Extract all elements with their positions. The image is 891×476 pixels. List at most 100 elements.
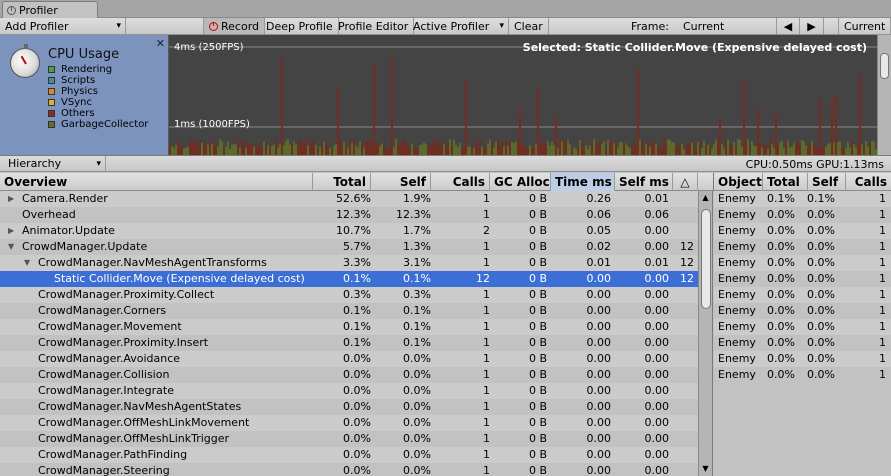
table-row[interactable]: CrowdManager.Proximity.Insert 0.1% 0.1% 1 0 … [0, 335, 698, 351]
object-row[interactable]: Enemy 0.0% 0.0% 1 [714, 223, 891, 239]
table-row[interactable]: ▶ Animator.Update 10.7% 1.7% 2 0 B 0.05 0.00 [0, 223, 698, 239]
table-row[interactable]: CrowdManager.Avoidance 0.0% 0.0% 1 0 B 0.00 0.… [0, 351, 698, 367]
expand-arrow-icon[interactable]: ▼ [24, 255, 30, 271]
legend-item[interactable]: Physics [48, 86, 148, 97]
current-frame-button[interactable]: Current [838, 18, 891, 34]
table-row[interactable]: CrowdManager.PathFinding 0.0% 0.0% 1 0 B 0.00… [0, 447, 698, 463]
next-frame-button[interactable]: ▶ [800, 18, 824, 34]
graph-sample-bar [623, 143, 625, 155]
scroll-up-icon[interactable]: ▲ [699, 191, 712, 205]
profiler-tab[interactable]: Profiler [2, 1, 98, 19]
active-profiler-dropdown[interactable]: Active Profiler [408, 18, 509, 34]
column-self-ms[interactable]: Self ms [615, 173, 673, 191]
cell-time-ms: 0.06 [586, 208, 612, 221]
graph-sample-bar [773, 147, 775, 155]
legend-item[interactable]: GarbageCollector [48, 119, 148, 130]
object-row[interactable]: Enemy 0.0% 0.0% 1 [714, 207, 891, 223]
table-row[interactable]: CrowdManager.Movement 0.1% 0.1% 1 0 B 0.00 0.0… [0, 319, 698, 335]
object-row[interactable]: Enemy 0.0% 0.0% 1 [714, 255, 891, 271]
cpu-usage-graph[interactable]: 4ms (250FPS) 1ms (1000FPS) Selected: Sta… [169, 35, 877, 155]
cell-time-ms: 0.00 [586, 352, 612, 365]
object-row[interactable]: Enemy 0.0% 0.0% 1 [714, 351, 891, 367]
deep-profile-toggle[interactable]: Deep Profile [261, 18, 339, 34]
cell-calls: 1 [483, 336, 490, 349]
graph-sample-bar [195, 141, 197, 155]
cell-self: 0.1% [403, 320, 431, 333]
object-row[interactable]: Enemy 0.0% 0.0% 1 [714, 287, 891, 303]
table-row[interactable]: Static Collider.Move (Expensive delayed … [0, 271, 698, 287]
column-time-ms[interactable]: Time ms [551, 173, 615, 191]
table-row[interactable]: CrowdManager.Corners 0.1% 0.1% 1 0 B 0.00 0.00 [0, 303, 698, 319]
cpu-usage-panel[interactable]: CPU Usage ✕ Rendering Scripts Physics VSync… [0, 35, 169, 155]
legend-item[interactable]: Scripts [48, 75, 148, 86]
graph-sample-bar [279, 144, 281, 155]
object-row[interactable]: Enemy 0.0% 0.0% 1 [714, 367, 891, 383]
table-row[interactable]: Overhead 12.3% 12.3% 1 0 B 0.06 0.06 [0, 207, 698, 223]
profile-editor-toggle[interactable]: Profile Editor [333, 18, 415, 34]
object-row[interactable]: Enemy 0.0% 0.0% 1 [714, 319, 891, 335]
table-row[interactable]: ▼ CrowdManager.Update 5.7% 1.3% 1 0 B 0.02 0.00… [0, 239, 698, 255]
column-object-calls[interactable]: Calls [846, 173, 891, 191]
expand-arrow-icon[interactable]: ▼ [8, 239, 14, 255]
graph-sample-bar [739, 139, 741, 155]
collapse-arrow-icon[interactable]: ▶ [8, 191, 14, 207]
add-profiler-dropdown[interactable]: Add Profiler [0, 18, 126, 34]
object-row[interactable]: Enemy 0.0% 0.0% 1 [714, 335, 891, 351]
graph-sample-bar [691, 142, 693, 155]
graph-scrollbar-thumb[interactable] [880, 53, 889, 79]
record-toggle[interactable]: Record [203, 18, 266, 34]
table-row[interactable]: CrowdManager.Proximity.Collect 0.3% 0.3% 1 0… [0, 287, 698, 303]
column-calls[interactable]: Calls [431, 173, 490, 191]
table-row[interactable]: ▶ Camera.Render 52.6% 1.9% 1 0 B 0.26 0.01 [0, 191, 698, 207]
column-warnings[interactable]: △ [673, 173, 698, 191]
graph-sample-bar [307, 145, 309, 155]
table-row[interactable]: CrowdManager.Collision 0.0% 0.0% 1 0 B 0.00 0.… [0, 367, 698, 383]
graph-sample-bar [493, 147, 495, 155]
column-gc-alloc[interactable]: GC Alloc [490, 173, 551, 191]
graph-sample-bar [369, 140, 371, 155]
table-row[interactable]: CrowdManager.Steering 0.0% 0.0% 1 0 B 0.00 0.0… [0, 463, 698, 476]
previous-frame-button[interactable]: ◀ [776, 18, 800, 34]
legend-item[interactable]: Others [48, 108, 148, 119]
close-icon[interactable]: ✕ [156, 37, 165, 50]
hierarchy-scrollbar-thumb[interactable] [701, 209, 711, 309]
graph-sample-bar [809, 144, 811, 155]
graph-sample-bar [571, 148, 573, 155]
clear-button[interactable]: Clear [509, 18, 549, 34]
cell-name: CrowdManager.Collision [38, 368, 170, 381]
graph-scrollbar[interactable] [877, 35, 891, 155]
table-row[interactable]: CrowdManager.NavMeshAgentStates 0.0% 0.0% 1… [0, 399, 698, 415]
cell-total: 0.1% [343, 320, 371, 333]
cell-time-ms: 0.00 [586, 336, 612, 349]
object-row[interactable]: Enemy 0.0% 0.0% 1 [714, 271, 891, 287]
graph-sample-bar [687, 142, 689, 155]
cell-self: 0.1% [403, 272, 431, 285]
cell-time-ms: 0.26 [586, 192, 612, 205]
table-row[interactable]: CrowdManager.Integrate 0.0% 0.0% 1 0 B 0.00 0.… [0, 383, 698, 399]
scroll-down-icon[interactable]: ▼ [699, 462, 712, 476]
column-object-total[interactable]: Total [763, 173, 808, 191]
object-row[interactable]: Enemy 0.0% 0.0% 1 [714, 239, 891, 255]
column-self[interactable]: Self [371, 173, 431, 191]
table-row[interactable]: CrowdManager.OffMeshLinkMovement 0.0% 0.0%… [0, 415, 698, 431]
graph-sample-bar [191, 139, 193, 155]
column-object-self[interactable]: Self [808, 173, 846, 191]
graph-sample-bar [801, 139, 803, 155]
column-object[interactable]: Object [714, 173, 763, 191]
object-row[interactable]: Enemy 0.0% 0.0% 1 [714, 303, 891, 319]
table-row[interactable]: ▼ CrowdManager.NavMeshAgentTransforms 3.3%… [0, 255, 698, 271]
column-total[interactable]: Total [313, 173, 371, 191]
legend-item[interactable]: VSync [48, 97, 148, 108]
cell-object-total: 0.0% [767, 272, 795, 285]
graph-sample-bar [367, 140, 369, 155]
object-row[interactable]: Enemy 0.1% 0.1% 1 [714, 191, 891, 207]
graph-sample-bar [467, 146, 469, 155]
legend-item[interactable]: Rendering [48, 64, 148, 75]
graph-sample-bar [405, 142, 407, 155]
collapse-arrow-icon[interactable]: ▶ [8, 223, 14, 239]
column-overview[interactable]: Overview [0, 173, 313, 191]
table-row[interactable]: CrowdManager.OffMeshLinkTrigger 0.0% 0.0% 1… [0, 431, 698, 447]
view-mode-dropdown[interactable]: Hierarchy [0, 156, 106, 172]
graph-sample-bar [795, 142, 797, 155]
hierarchy-scrollbar[interactable]: ▲ ▼ [698, 191, 713, 476]
